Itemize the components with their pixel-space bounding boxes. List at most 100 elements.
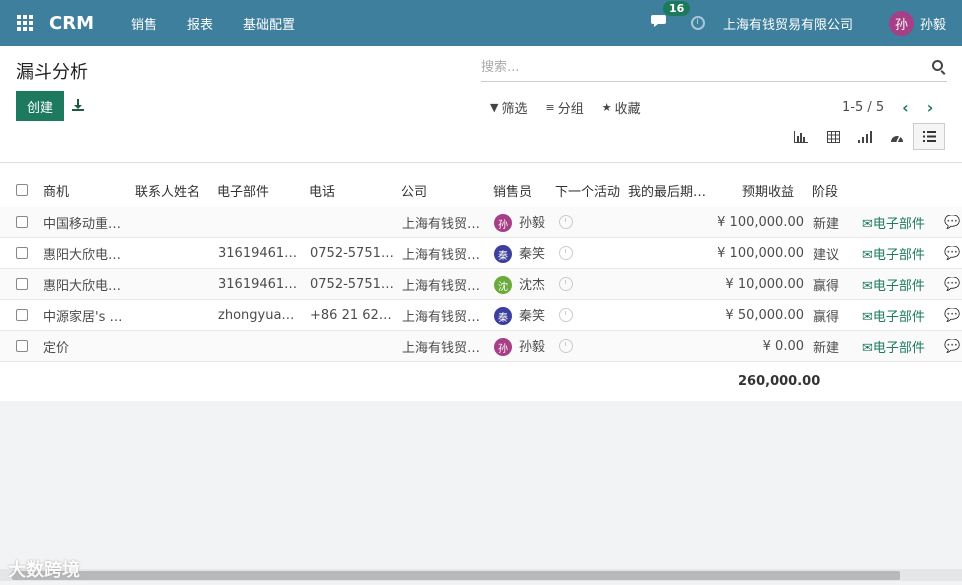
cohort-view-icon[interactable] [849,123,881,150]
email-button-label: 电子部件 [872,340,925,356]
email-button[interactable]: ✉电子部件 [862,337,925,356]
activity-clock-icon[interactable] [559,277,573,295]
app-brand[interactable]: CRM [49,13,94,34]
email-button-label: 电子部件 [872,278,925,294]
list-view-icon[interactable] [913,123,945,150]
email-button-label: 电子部件 [872,309,925,325]
cell-expected-revenue: ¥ 0.00 [762,338,804,354]
salesperson-name: 孙毅 [519,339,546,355]
col-contact[interactable]: 联系人姓名 [135,181,200,200]
group-label: 分组 [557,102,584,117]
col-salesperson[interactable]: 销售员 [493,181,532,200]
salesperson-name: 孙毅 [519,215,546,231]
salesperson-name: 沈杰 [519,277,546,293]
col-expected-revenue[interactable]: 预期收益 [742,181,794,200]
star-icon: ★ [601,101,612,114]
chat-icon[interactable]: 💬 [944,246,960,261]
activity-clock-icon[interactable] [559,339,573,357]
activity-clock-icon[interactable] [559,308,573,326]
email-button[interactable]: ✉电子部件 [862,213,925,232]
view-switcher [785,123,945,150]
cell-salesperson: 沈沈杰 [494,274,545,295]
scrollbar-thumb[interactable] [12,571,900,580]
select-all-checkbox[interactable] [16,184,28,196]
chat-icon[interactable]: 💬 [944,308,960,323]
revenue-total: 260,000.00 [738,374,821,389]
graph-view-icon[interactable] [785,123,817,150]
table-row[interactable]: 定价 上海有钱贸… 孙孙毅 ¥ 0.00 新建 ✉电子部件 💬 [0,331,962,362]
dashboard-view-icon[interactable] [881,123,913,150]
pager-next-icon[interactable]: › [927,98,934,117]
col-email[interactable]: 电子部件 [217,181,269,200]
chat-icon[interactable]: 💬 [944,277,960,292]
menu-item-sales[interactable]: 销售 [116,14,172,33]
salesperson-avatar: 孙 [494,338,512,357]
list-icon: ≡ [545,101,555,114]
pivot-view-icon[interactable] [817,123,849,150]
cell-salesperson: 秦秦笑 [494,243,545,264]
row-checkbox[interactable] [16,247,28,259]
chat-icon[interactable]: 💬 [944,339,960,354]
col-phone[interactable]: 电话 [309,181,335,200]
watermark-logo: 大数跨境 [8,560,80,581]
messages-icon[interactable]: 16 [650,1,691,33]
col-company[interactable]: 公司 [401,181,427,200]
cell-salesperson: 孙孙毅 [494,212,545,233]
cell-opportunity: 中国移动重… [43,216,122,232]
group-by-button[interactable]: ≡ 分组 [545,98,583,117]
cell-phone: +86 21 6226… [310,307,394,323]
envelope-icon: ✉ [862,278,873,294]
download-icon[interactable] [71,98,85,114]
table-row[interactable]: 中国移动重… 上海有钱贸… 孙孙毅 ¥ 100,000.00 新建 ✉电子部件 … [0,207,962,238]
table-row[interactable]: 惠阳大欣电… 316194611… 0752-575123 上海有钱贸… 沈沈杰… [0,269,962,300]
col-deadline[interactable]: 我的最后期… [628,181,706,200]
cell-company: 上海有钱贸… [402,340,481,356]
user-avatar: 孙 [888,10,914,36]
email-button[interactable]: ✉电子部件 [862,244,925,263]
cell-company: 上海有钱贸… [402,278,481,294]
cell-email: 316194611… [218,276,302,292]
salesperson-avatar: 秦 [494,245,512,264]
col-stage[interactable]: 阶段 [812,181,838,200]
pager-value[interactable]: 1-5 / 5 [842,100,884,115]
activities-clock-icon[interactable] [690,16,705,30]
search-input[interactable] [481,54,911,80]
activity-clock-icon[interactable] [559,246,573,264]
activity-clock-icon[interactable] [559,215,573,233]
row-checkbox[interactable] [16,216,28,228]
cell-opportunity: 中源家居's … [43,309,123,325]
envelope-icon: ✉ [862,247,873,263]
cell-expected-revenue: ¥ 100,000.00 [717,214,804,230]
cell-opportunity: 定价 [43,340,70,356]
apps-menu-icon[interactable] [17,15,33,31]
col-next-activity[interactable]: 下一个活动 [555,181,620,200]
email-button[interactable]: ✉电子部件 [862,275,925,294]
row-checkbox[interactable] [16,309,28,321]
pager-previous-icon[interactable]: ‹ [902,98,909,117]
table-row[interactable]: 中源家居's … zhongyuan… +86 21 6226… 上海有钱贸… … [0,300,962,331]
user-menu[interactable]: 孙 孙毅 [888,10,946,36]
chat-icon[interactable]: 💬 [944,215,960,230]
menu-item-config[interactable]: 基础配置 [228,14,310,33]
cell-expected-revenue: ¥ 100,000.00 [717,245,804,261]
table-row[interactable]: 惠阳大欣电… 316194611… 0752-575123 上海有钱贸… 秦秦笑… [0,238,962,269]
envelope-icon: ✉ [862,216,873,232]
col-opportunity[interactable]: 商机 [43,181,69,200]
company-switcher[interactable]: 上海有钱贸易有限公司 [723,14,853,33]
cell-phone: 0752-575123 [310,245,394,261]
top-navbar: CRM 销售 报表 基础配置 16 上海有钱贸易有限公司 孙 孙毅 [0,0,962,46]
cell-stage: 建议 [813,247,840,263]
search-icon[interactable] [932,60,943,71]
user-name: 孙毅 [919,17,946,33]
filter-button[interactable]: ▼ 筛选 [490,98,527,117]
cell-company: 上海有钱贸… [402,309,481,325]
menu-item-reports[interactable]: 报表 [172,14,228,33]
row-checkbox[interactable] [16,340,28,352]
horizontal-scrollbar[interactable] [0,569,962,581]
create-button[interactable]: 创建 [16,91,65,121]
page-title: 漏斗分析 [16,62,88,83]
favorites-button[interactable]: ★ 收藏 [602,98,641,117]
filter-label: 筛选 [501,102,528,117]
email-button[interactable]: ✉电子部件 [862,306,925,325]
row-checkbox[interactable] [16,278,28,290]
